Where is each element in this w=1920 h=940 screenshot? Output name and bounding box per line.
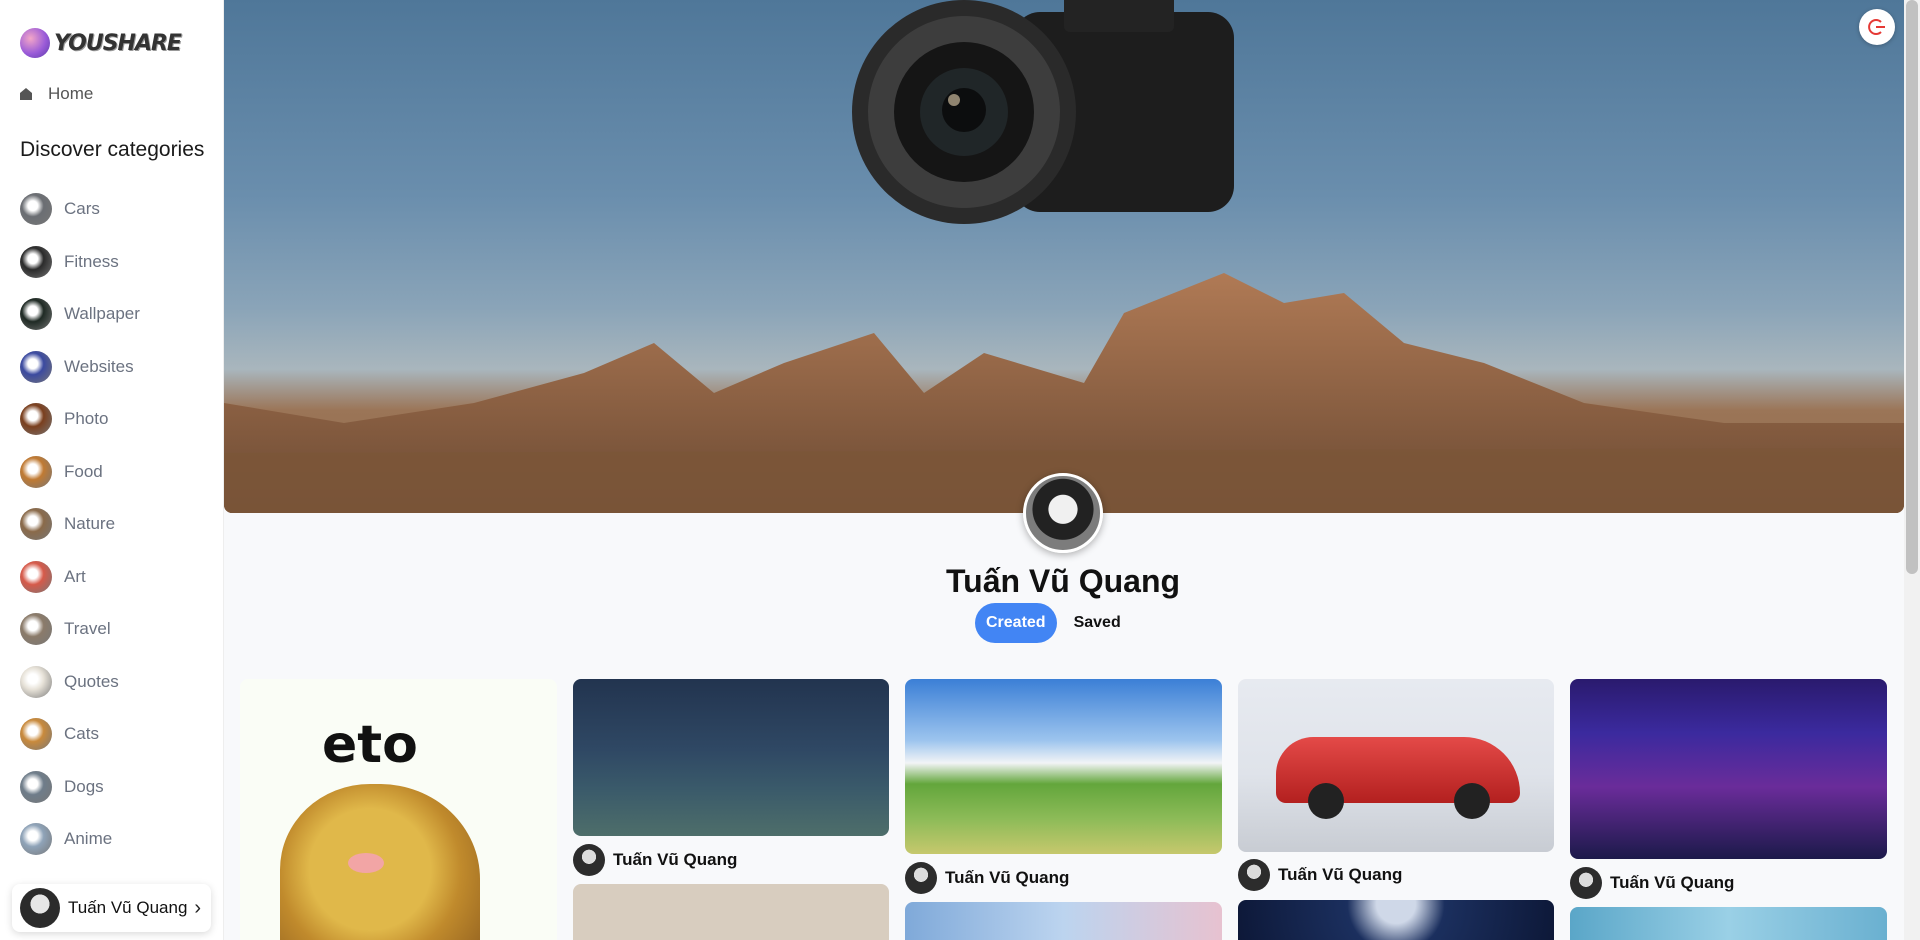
- logo-icon: [20, 28, 50, 58]
- category-item-fitness[interactable]: Fitness: [20, 236, 140, 289]
- profile-tabs: Created Saved: [975, 603, 1132, 643]
- category-thumb: [20, 560, 52, 593]
- logout-button[interactable]: [1859, 9, 1895, 45]
- profile-name: Tuấn Vũ Quang: [945, 563, 1181, 599]
- category-label: Fitness: [64, 251, 119, 271]
- pin-author[interactable]: Tuấn Vũ Quang: [573, 844, 737, 876]
- category-label: Cats: [64, 724, 99, 744]
- pin-author[interactable]: Tuấn Vũ Quang: [905, 862, 1069, 894]
- user-profile-chip[interactable]: Tuấn Vũ Quang ›: [12, 884, 211, 932]
- pin-author[interactable]: Tuấn Vũ Quang: [1238, 859, 1402, 891]
- pin-card[interactable]: [573, 679, 889, 836]
- logo-text: YOUSHARE: [54, 30, 182, 56]
- home-icon: [20, 88, 32, 100]
- category-item-anime[interactable]: Anime: [20, 813, 140, 866]
- category-list: Cars Fitness Wallpaper Websites Photo Fo…: [20, 183, 140, 866]
- category-label: Dogs: [64, 776, 104, 796]
- category-thumb: [20, 455, 52, 488]
- category-thumb: [20, 665, 52, 698]
- avatar: [905, 862, 937, 894]
- category-thumb: [20, 770, 52, 803]
- category-thumb: [20, 403, 52, 436]
- app-logo[interactable]: YOUSHARE: [20, 28, 182, 58]
- category-item-travel[interactable]: Travel: [20, 603, 140, 656]
- category-thumb: [20, 508, 52, 541]
- user-name: Tuấn Vũ Quang: [68, 898, 188, 917]
- pin-author-name: Tuấn Vũ Quang: [613, 850, 738, 869]
- category-item-cats[interactable]: Cats: [20, 708, 140, 761]
- category-label: Photo: [64, 409, 109, 429]
- pin-caption: eto: [322, 715, 418, 775]
- pin-author[interactable]: Tuấn Vũ Quang: [1570, 867, 1734, 899]
- category-label: Travel: [64, 619, 111, 639]
- category-item-quotes[interactable]: Quotes: [20, 656, 140, 709]
- category-label: Nature: [64, 514, 116, 534]
- category-item-photo[interactable]: Photo: [20, 393, 140, 446]
- camera-image: [852, 0, 1234, 224]
- avatar: [20, 888, 60, 928]
- pin-card[interactable]: eto: [240, 679, 557, 940]
- pin-card[interactable]: [905, 679, 1222, 854]
- category-label: Art: [64, 566, 86, 586]
- avatar: [1570, 867, 1602, 899]
- tab-created[interactable]: Created: [975, 603, 1057, 643]
- category-thumb: [20, 193, 52, 226]
- tab-saved[interactable]: Saved: [1063, 603, 1132, 643]
- scrollbar-thumb[interactable]: [1906, 0, 1918, 574]
- pin-card[interactable]: [1238, 900, 1554, 940]
- category-thumb: [20, 245, 52, 278]
- category-thumb: [20, 298, 52, 331]
- nav-home-label: Home: [48, 84, 94, 103]
- chevron-right-icon: ›: [194, 896, 201, 919]
- car-wheel: [1454, 783, 1490, 819]
- category-item-nature[interactable]: Nature: [20, 498, 140, 551]
- category-item-dogs[interactable]: Dogs: [20, 761, 140, 814]
- pin-author-name: Tuấn Vũ Quang: [1610, 873, 1735, 892]
- avatar: [1238, 859, 1270, 891]
- category-item-food[interactable]: Food: [20, 446, 140, 499]
- pin-card[interactable]: [1238, 679, 1554, 852]
- category-thumb: [20, 350, 52, 383]
- pin-card[interactable]: [1570, 907, 1887, 940]
- category-item-wallpaper[interactable]: Wallpaper: [20, 288, 140, 341]
- category-label: Wallpaper: [64, 304, 140, 324]
- profile-avatar: [1023, 473, 1103, 553]
- nav-home[interactable]: Home: [20, 84, 93, 104]
- category-item-art[interactable]: Art: [20, 551, 140, 604]
- sidebar: YOUSHARE Home Discover categories Cars F…: [0, 0, 224, 940]
- category-thumb: [20, 718, 52, 751]
- pin-card[interactable]: [905, 902, 1222, 940]
- category-thumb: [20, 823, 52, 856]
- avatar: [573, 844, 605, 876]
- pin-author-name: Tuấn Vũ Quang: [1278, 865, 1403, 884]
- pin-card[interactable]: [573, 884, 889, 940]
- category-item-cars[interactable]: Cars: [20, 183, 140, 236]
- categories-heading: Discover categories: [20, 138, 205, 161]
- category-thumb: [20, 613, 52, 646]
- pin-author-name: Tuấn Vũ Quang: [945, 868, 1070, 887]
- category-label: Quotes: [64, 671, 119, 691]
- profile-banner: [224, 0, 1904, 513]
- pin-card[interactable]: [1570, 679, 1887, 859]
- category-item-websites[interactable]: Websites: [20, 341, 140, 394]
- category-label: Cars: [64, 199, 100, 219]
- car-wheel: [1308, 783, 1344, 819]
- dog-blush: [348, 853, 384, 873]
- category-label: Food: [64, 461, 103, 481]
- logout-icon: [1868, 19, 1885, 35]
- category-label: Anime: [64, 829, 113, 849]
- category-label: Websites: [64, 356, 134, 376]
